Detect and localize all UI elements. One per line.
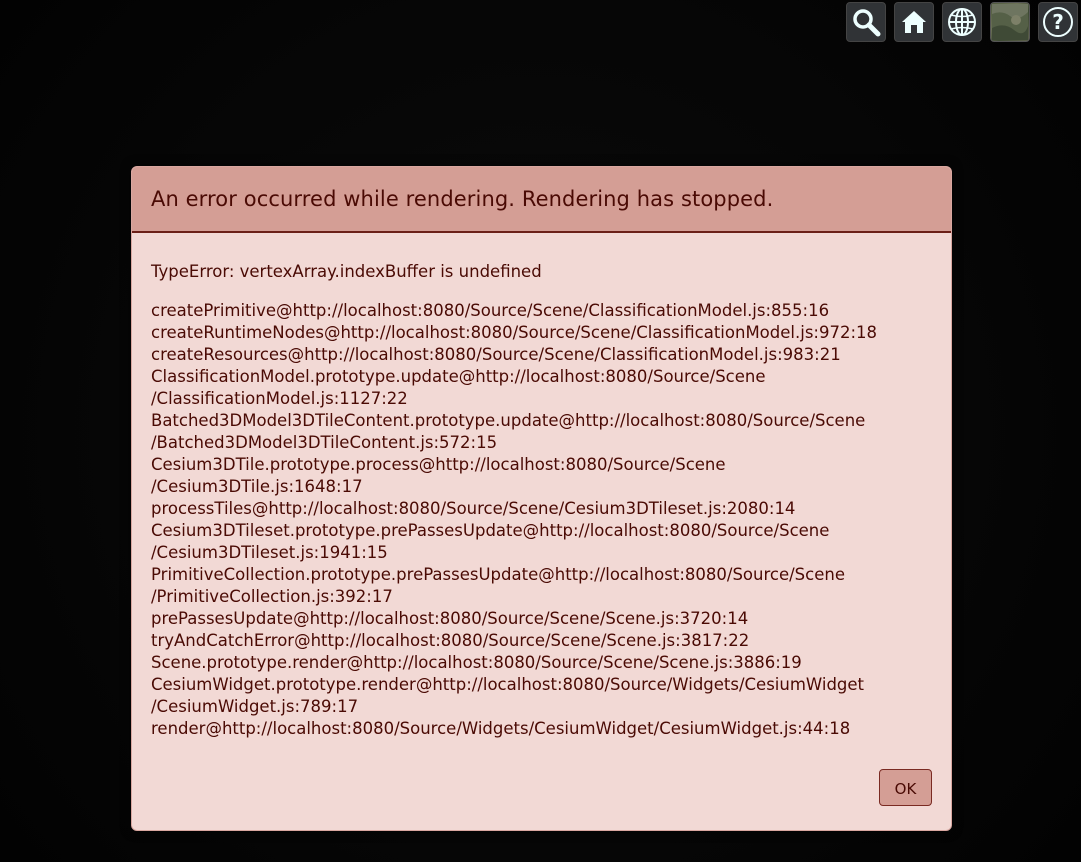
ok-button[interactable]: OK: [879, 769, 932, 806]
stack-trace: createPrimitive@http://localhost:8080/So…: [151, 300, 932, 740]
stack-line: createPrimitive@http://localhost:8080/So…: [151, 301, 830, 320]
home-button[interactable]: [894, 2, 934, 42]
toolbar: ?: [846, 2, 1078, 42]
stack-line: render@http://localhost:8080/Source/Widg…: [151, 719, 851, 738]
stack-line: /Batched3DModel3DTileContent.js:572:15: [151, 433, 498, 452]
error-dialog-body: TypeError: vertexArray.indexBuffer is un…: [132, 233, 951, 740]
globe-icon: [946, 6, 978, 38]
svg-text:?: ?: [1052, 10, 1064, 34]
imagery-layer-icon: [992, 4, 1028, 40]
stack-line: /ClassificationModel.js:1127:22: [151, 389, 408, 408]
search-icon: [851, 7, 881, 37]
stack-line: /Cesium3DTile.js:1648:17: [151, 477, 363, 496]
stack-line: Cesium3DTileset.prototype.prePassesUpdat…: [151, 521, 830, 540]
scene-mode-button[interactable]: [942, 2, 982, 42]
error-dialog: An error occurred while rendering. Rende…: [131, 166, 952, 831]
stack-line: /CesiumWidget.js:789:17: [151, 697, 359, 716]
stack-line: createResources@http://localhost:8080/So…: [151, 345, 841, 364]
error-message: TypeError: vertexArray.indexBuffer is un…: [151, 262, 542, 281]
error-dialog-header: An error occurred while rendering. Rende…: [132, 167, 951, 233]
search-button[interactable]: [846, 2, 886, 42]
help-button[interactable]: ?: [1038, 2, 1078, 42]
stack-line: PrimitiveCollection.prototype.prePassesU…: [151, 565, 845, 584]
stack-line: /Cesium3DTileset.js:1941:15: [151, 543, 388, 562]
stack-line: CesiumWidget.prototype.render@http://loc…: [151, 675, 865, 694]
stack-line: Scene.prototype.render@http://localhost:…: [151, 653, 802, 672]
base-layer-picker-button[interactable]: [990, 2, 1030, 42]
stack-line: ClassificationModel.prototype.update@htt…: [151, 367, 766, 386]
stack-line: Cesium3DTile.prototype.process@http://lo…: [151, 455, 726, 474]
stack-line: tryAndCatchError@http://localhost:8080/S…: [151, 631, 750, 650]
stack-line: prePassesUpdate@http://localhost:8080/So…: [151, 609, 749, 628]
error-title: An error occurred while rendering. Rende…: [151, 187, 774, 211]
home-icon: [900, 8, 928, 36]
stack-line: processTiles@http://localhost:8080/Sourc…: [151, 499, 796, 518]
stack-line: /PrimitiveCollection.js:392:17: [151, 587, 393, 606]
help-icon: ?: [1042, 6, 1074, 38]
stack-line: createRuntimeNodes@http://localhost:8080…: [151, 323, 878, 342]
stack-line: Batched3DModel3DTileContent.prototype.up…: [151, 411, 866, 430]
cesium-viewer[interactable]: ? An error occurred while rendering. Ren…: [0, 0, 1081, 862]
